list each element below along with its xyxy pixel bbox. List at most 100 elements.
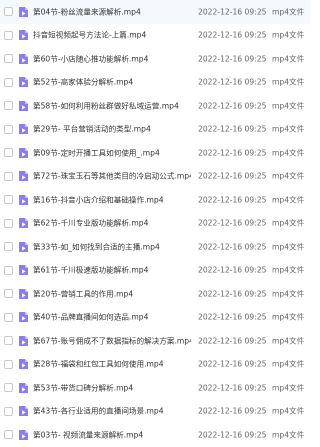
row-checkbox[interactable] — [4, 7, 13, 17]
file-date: 2022-12-16 09:25 — [198, 289, 267, 299]
file-date: 2022-12-16 09:25 — [198, 7, 267, 17]
row-checkbox[interactable] — [4, 359, 13, 369]
row-checkbox[interactable] — [4, 242, 13, 252]
file-name[interactable]: 第58节-如何利用粉丝群做好私域运营.mp4 — [33, 100, 179, 111]
file-type: mp4文件 — [272, 124, 305, 134]
file-type: mp4文件 — [272, 359, 305, 369]
video-file-icon — [18, 358, 29, 370]
file-name[interactable]: 第33节-如_如何找到合适的主播.mp4 — [33, 241, 160, 252]
file-row[interactable]: 第04节-粉丝流量来源解析.mp4 2022-12-16 09:25 mp4文件 — [0, 0, 310, 24]
file-date: 2022-12-16 09:25 — [198, 359, 267, 369]
video-file-icon — [18, 6, 29, 18]
video-file-icon — [18, 311, 29, 323]
video-file-icon — [18, 335, 29, 347]
video-file-icon — [18, 29, 29, 41]
file-name[interactable]: 第29节- 平台营销活动的类型.mp4 — [33, 124, 151, 135]
file-date: 2022-12-16 09:25 — [198, 148, 267, 158]
file-type: mp4文件 — [272, 242, 305, 252]
video-file-icon — [18, 241, 29, 253]
file-date: 2022-12-16 09:25 — [198, 54, 267, 64]
file-row[interactable]: 抖音短视频起号方法论-上篇.mp4 2022-12-16 09:25 mp4文件 — [0, 24, 310, 48]
file-row[interactable]: 第29节- 平台营销活动的类型.mp4 2022-12-16 09:25 mp4文件 — [0, 118, 310, 142]
file-name[interactable]: 第60节-小店随心推功能解析.mp4 — [33, 53, 148, 64]
row-checkbox[interactable] — [4, 54, 13, 64]
row-checkbox[interactable] — [4, 312, 13, 322]
file-name[interactable]: 第40节-品牌直播间如何选品.mp4 — [33, 312, 148, 323]
file-date: 2022-12-16 09:25 — [198, 312, 267, 322]
file-type: mp4文件 — [272, 171, 305, 181]
file-row[interactable]: 第20节-营销工具的作用.mp4 2022-12-16 09:25 mp4文件 — [0, 282, 310, 306]
row-checkbox[interactable] — [4, 148, 13, 158]
file-date: 2022-12-16 09:25 — [198, 195, 267, 205]
file-row[interactable]: 第28节-福袋和红包工具如何使用.mp4 2022-12-16 09:25 mp4文… — [0, 353, 310, 377]
file-type: mp4文件 — [272, 101, 305, 111]
file-type: mp4文件 — [272, 312, 305, 322]
video-file-icon — [18, 194, 29, 206]
video-file-icon — [18, 217, 29, 229]
file-name[interactable]: 第20节-营销工具的作用.mp4 — [33, 288, 133, 299]
video-file-icon — [18, 53, 29, 65]
row-checkbox[interactable] — [4, 218, 13, 228]
file-row[interactable]: 第61节-千川极速版功能解析.mp4 2022-12-16 09:25 mp4文件 — [0, 259, 310, 283]
file-row[interactable]: 第60节-小店随心推功能解析.mp4 2022-12-16 09:25 mp4文件 — [0, 47, 310, 71]
row-checkbox[interactable] — [4, 124, 13, 134]
file-row[interactable]: 第40节-品牌直播间如何选品.mp4 2022-12-16 09:25 mp4文件 — [0, 306, 310, 330]
file-name[interactable]: 第43节-各行业适用的直播间场景.mp4 — [33, 406, 164, 417]
video-file-icon — [18, 170, 29, 182]
file-date: 2022-12-16 09:25 — [198, 124, 267, 134]
file-name[interactable]: 第72节-珠宝玉石等其他类目的冷启动公式.mp4 — [33, 171, 191, 182]
file-name[interactable]: 抖音短视频起号方法论-上篇.mp4 — [33, 30, 146, 41]
file-list: 第04节-粉丝流量来源解析.mp4 2022-12-16 09:25 mp4文件 抖音… — [0, 0, 310, 447]
row-checkbox[interactable] — [4, 406, 13, 416]
row-checkbox[interactable] — [4, 195, 13, 205]
file-type: mp4文件 — [272, 148, 305, 158]
file-date: 2022-12-16 09:25 — [198, 242, 267, 252]
file-type: mp4文件 — [272, 430, 305, 440]
video-file-icon — [18, 429, 29, 441]
file-row[interactable]: 第62节-千川专业版功能解析.mp4 2022-12-16 09:25 mp4文件 — [0, 212, 310, 236]
file-type: mp4文件 — [272, 289, 305, 299]
file-date: 2022-12-16 09:25 — [198, 336, 267, 346]
file-name[interactable]: 第52节-高家体验分解析.mp4 — [33, 77, 133, 88]
file-row[interactable]: 第43节-各行业适用的直播间场景.mp4 2022-12-16 09:25 mp4文… — [0, 400, 310, 424]
file-name[interactable]: 第62节-千川专业版功能解析.mp4 — [33, 218, 148, 229]
file-row[interactable]: 第16节-抖音小店介绍和基础操作.mp4 2022-12-16 09:25 mp4文… — [0, 188, 310, 212]
file-date: 2022-12-16 09:25 — [198, 265, 267, 275]
row-checkbox[interactable] — [4, 30, 13, 40]
file-name[interactable]: 第03节- 视频流量来源解析.mp4 — [33, 429, 143, 440]
file-name[interactable]: 第09节-定时开播工具如何使用_.mp4 — [33, 147, 160, 158]
file-type: mp4文件 — [272, 265, 305, 275]
row-checkbox[interactable] — [4, 336, 13, 346]
video-file-icon — [18, 288, 29, 300]
file-type: mp4文件 — [272, 77, 305, 87]
video-file-icon — [18, 147, 29, 159]
file-name[interactable]: 第04节-粉丝流量来源解析.mp4 — [33, 6, 141, 17]
file-type: mp4文件 — [272, 54, 305, 64]
video-file-icon — [18, 405, 29, 417]
file-type: mp4文件 — [272, 336, 305, 346]
file-name[interactable]: 第61节-千川极速版功能解析.mp4 — [33, 265, 148, 276]
row-checkbox[interactable] — [4, 101, 13, 111]
file-row[interactable]: 第67节-账号佣成不了数据指标的解决方案.mp4 2022-12-16 09:25… — [0, 329, 310, 353]
file-name[interactable]: 第67节-账号佣成不了数据指标的解决方案.mp4 — [33, 335, 191, 346]
file-type: mp4文件 — [272, 406, 305, 416]
file-type: mp4文件 — [272, 218, 305, 228]
file-name[interactable]: 第16节-抖音小店介绍和基础操作.mp4 — [33, 194, 164, 205]
file-row[interactable]: 第33节-如_如何找到合适的主播.mp4 2022-12-16 09:25 mp4文… — [0, 235, 310, 259]
file-name[interactable]: 第28节-福袋和红包工具如何使用.mp4 — [33, 359, 164, 370]
video-file-icon — [18, 264, 29, 276]
file-row[interactable]: 第58节-如何利用粉丝群做好私域运营.mp4 2022-12-16 09:25 mp… — [0, 94, 310, 118]
row-checkbox[interactable] — [4, 430, 13, 440]
video-file-icon — [18, 123, 29, 135]
row-checkbox[interactable] — [4, 171, 13, 181]
file-row[interactable]: 第03节- 视频流量来源解析.mp4 2022-12-16 09:25 mp4文件 — [0, 423, 310, 447]
file-row[interactable]: 第52节-高家体验分解析.mp4 2022-12-16 09:25 mp4文件 — [0, 71, 310, 95]
file-row[interactable]: 第72节-珠宝玉石等其他类目的冷启动公式.mp4 2022-12-16 09:25… — [0, 165, 310, 189]
file-row[interactable]: 第09节-定时开播工具如何使用_.mp4 2022-12-16 09:25 mp4文… — [0, 141, 310, 165]
row-checkbox[interactable] — [4, 289, 13, 299]
video-file-icon — [18, 76, 29, 88]
file-date: 2022-12-16 09:25 — [198, 77, 267, 87]
row-checkbox[interactable] — [4, 265, 13, 275]
file-date: 2022-12-16 09:25 — [198, 30, 267, 40]
row-checkbox[interactable] — [4, 77, 13, 87]
